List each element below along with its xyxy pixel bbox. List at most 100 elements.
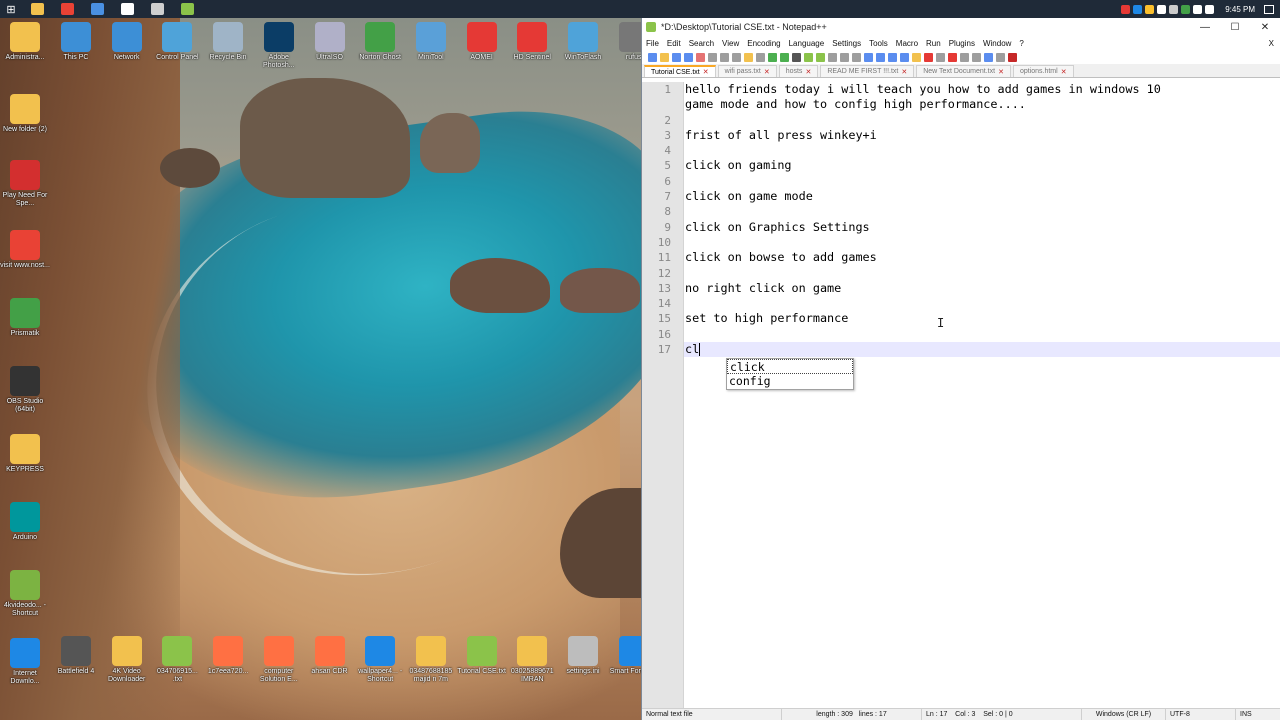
desktop-icon[interactable]: 4kvideodo... - Shortcut [0, 570, 50, 618]
text-area[interactable]: hello friends today i will teach you how… [684, 82, 1280, 708]
toolbar-button-icon[interactable] [648, 52, 657, 62]
status-encoding[interactable]: UTF-8 [1166, 708, 1236, 720]
desktop-icon[interactable]: OBS Studio (64bit) [0, 366, 50, 414]
toolbar-button-icon[interactable] [768, 52, 777, 62]
desktop-icon[interactable]: Administra... [0, 22, 50, 62]
autocomplete-item[interactable]: click [727, 359, 853, 374]
desktop-icon[interactable]: Internet Downlo... [0, 638, 50, 686]
toolbar-button-icon[interactable] [732, 52, 741, 62]
toolbar-button-icon[interactable] [900, 52, 909, 62]
desktop-icon[interactable]: This PC [51, 22, 101, 62]
desktop-icon[interactable]: AOMEI [457, 22, 507, 62]
toolbar-button-icon[interactable] [876, 52, 885, 62]
toolbar-button-icon[interactable] [720, 52, 729, 62]
tab-close-icon[interactable]: ✕ [703, 68, 709, 76]
tab-document[interactable]: New Text Document.txt ✕ [916, 65, 1011, 77]
toolbar-button-icon[interactable] [684, 52, 693, 62]
menu-item[interactable]: Edit [667, 39, 681, 48]
minimize-button[interactable]: — [1190, 22, 1220, 33]
taskbar-notepad-plus-plus[interactable] [172, 0, 202, 18]
desktop-icon[interactable]: 03487688185 majid n 7m [406, 636, 456, 684]
toolbar-button-icon[interactable] [924, 52, 933, 62]
desktop-icon[interactable]: Norton Ghost [355, 22, 405, 62]
desktop-icon[interactable]: New folder (2) [0, 94, 50, 134]
desktop-icon[interactable]: Arduino [0, 502, 50, 542]
tab-close-icon[interactable]: ✕ [998, 68, 1004, 76]
status-eol[interactable]: Windows (CR LF) [1082, 708, 1166, 720]
title-bar[interactable]: *D:\Desktop\Tutorial CSE.txt - Notepad++… [642, 18, 1280, 36]
menu-item[interactable]: Tools [869, 39, 888, 48]
menu-item[interactable]: Run [926, 39, 941, 48]
desktop-icon[interactable]: wallpaper4... - Shortcut [355, 636, 405, 684]
desktop-icon[interactable]: 034706915... .txt [152, 636, 202, 684]
desktop-icon[interactable]: Tutorial CSE.txt [457, 636, 507, 676]
tray-app-icon[interactable] [1145, 4, 1155, 14]
desktop-icon[interactable]: WinToFlash [558, 22, 608, 62]
tab-document[interactable]: hosts ✕ [778, 65, 819, 77]
toolbar-button-icon[interactable] [672, 52, 681, 62]
taskbar-app-5[interactable] [142, 0, 172, 18]
desktop-icon[interactable]: UltraISO [305, 22, 355, 62]
close-button[interactable]: ✕ [1250, 22, 1280, 33]
desktop-icon[interactable]: Adobe Photosh... [254, 22, 304, 70]
taskbar-app-4[interactable] [112, 0, 142, 18]
taskbar-clock[interactable]: 9:45 PM [1225, 5, 1255, 14]
desktop-icon[interactable]: visit www.nost... [0, 230, 50, 270]
desktop-icon[interactable]: Control Panel [152, 22, 202, 62]
status-insert-mode[interactable]: INS [1236, 709, 1266, 720]
taskbar-chrome[interactable] [52, 0, 82, 18]
tab-close-icon[interactable]: ✕ [764, 68, 770, 76]
toolbar-button-icon[interactable] [696, 52, 705, 62]
tab-document[interactable]: wifi pass.txt ✕ [717, 65, 777, 77]
tab-close-icon[interactable]: ✕ [805, 68, 811, 76]
windows-start-icon[interactable]: ⊞ [0, 0, 22, 18]
desktop-icon[interactable]: ahsan CDR [305, 636, 355, 676]
toolbar-button-icon[interactable] [816, 52, 825, 62]
desktop-icon[interactable]: KEYPRESS [0, 434, 50, 474]
desktop-icon[interactable]: 4K Video Downloader [102, 636, 152, 684]
tray-app-icon[interactable] [1133, 4, 1143, 14]
autocomplete-item[interactable]: config [727, 374, 853, 389]
tab-close-icon[interactable]: ✕ [901, 68, 907, 76]
desktop-icon[interactable]: HD Sentinel [507, 22, 557, 62]
toolbar-button-icon[interactable] [660, 52, 669, 62]
desktop-icon[interactable]: 1c7eea720... [203, 636, 253, 676]
toolbar-button-icon[interactable] [936, 52, 945, 62]
menu-item[interactable]: File [646, 39, 659, 48]
desktop-icon[interactable]: Prismatik [0, 298, 50, 338]
desktop-icon[interactable]: settings.ini [558, 636, 608, 676]
toolbar-button-icon[interactable] [960, 52, 969, 62]
menu-item[interactable]: Plugins [949, 39, 975, 48]
toolbar-button-icon[interactable] [804, 52, 813, 62]
toolbar-button-icon[interactable] [828, 52, 837, 62]
close-document-button[interactable]: X [1269, 39, 1274, 48]
tab-document[interactable]: options.html ✕ [1012, 65, 1074, 77]
menu-item[interactable]: Settings [832, 39, 861, 48]
toolbar-button-icon[interactable] [792, 52, 801, 62]
menu-item[interactable]: Macro [896, 39, 918, 48]
tab-document[interactable]: Tutorial CSE.txt ✕ [644, 65, 716, 77]
toolbar-button-icon[interactable] [1008, 52, 1017, 62]
toolbar-button-icon[interactable] [972, 52, 981, 62]
tray-app-icon[interactable] [1169, 4, 1179, 14]
toolbar-button-icon[interactable] [744, 52, 753, 62]
menu-item[interactable]: ? [1019, 39, 1023, 48]
tab-document[interactable]: READ ME FIRST !!!.txt ✕ [820, 65, 915, 77]
toolbar-button-icon[interactable] [912, 52, 921, 62]
desktop-icon[interactable]: MiniTool [406, 22, 456, 62]
toolbar-button-icon[interactable] [948, 52, 957, 62]
maximize-button[interactable]: ☐ [1220, 22, 1250, 33]
autocomplete-list[interactable]: click config [726, 358, 854, 390]
tab-close-icon[interactable]: ✕ [1061, 68, 1067, 76]
desktop-icon[interactable]: Play Need For Spe... [0, 160, 50, 208]
toolbar-button-icon[interactable] [840, 52, 849, 62]
volume-icon[interactable] [1205, 4, 1215, 14]
editor[interactable]: 1 2 3 4 5 6 7 8 9 10 11 12 13 14 15 16 17 hello friends … [642, 82, 1280, 708]
desktop-icon[interactable]: Network [102, 22, 152, 62]
toolbar-button-icon[interactable] [864, 52, 873, 62]
tray-app-icon[interactable] [1157, 4, 1167, 14]
menu-item[interactable]: Language [789, 39, 825, 48]
notification-icon[interactable] [1264, 4, 1274, 14]
menu-item[interactable]: Window [983, 39, 1011, 48]
menu-item[interactable]: Search [689, 39, 714, 48]
